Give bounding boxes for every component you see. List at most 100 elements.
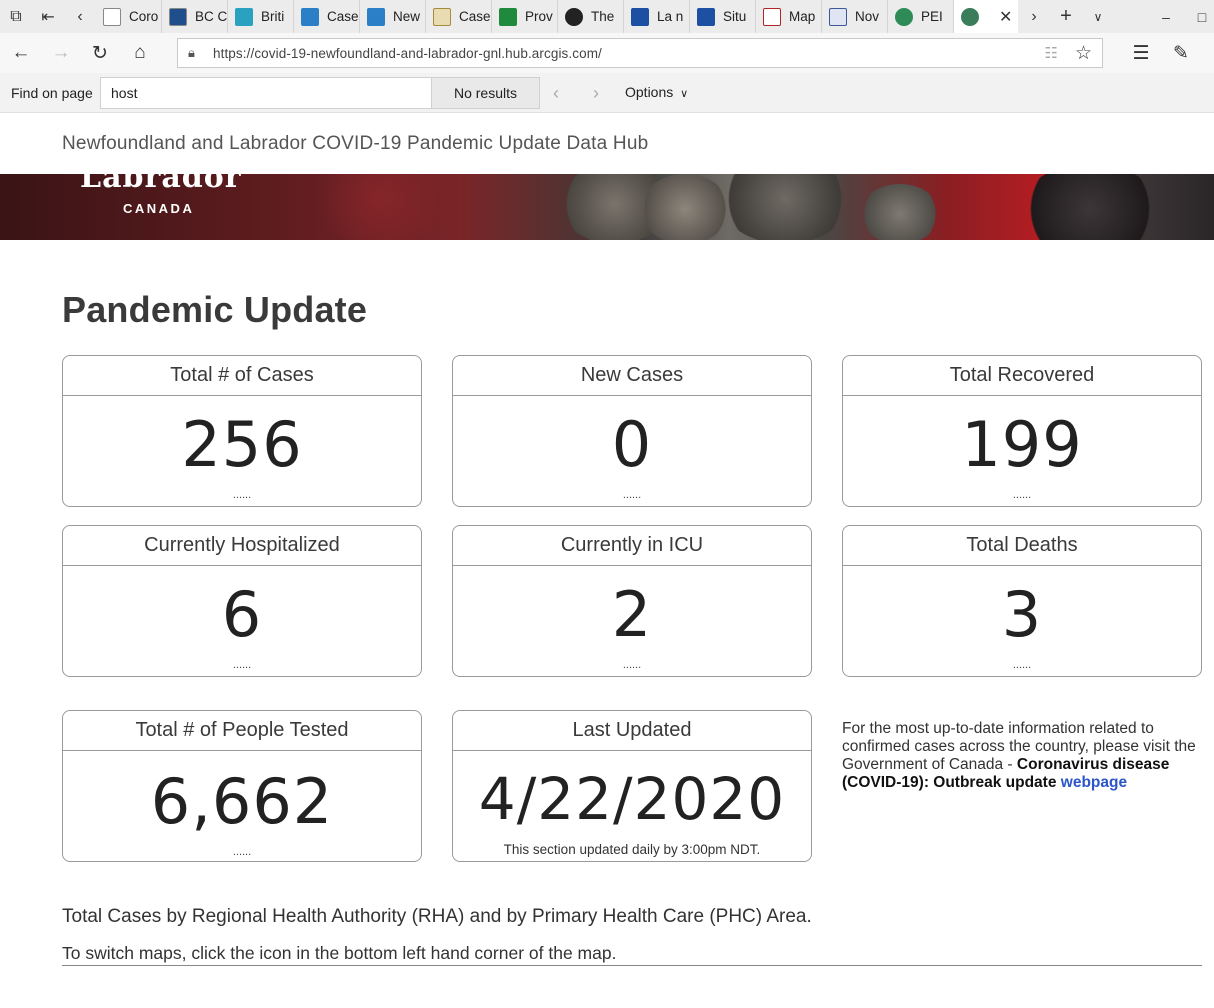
forward-arrow-icon[interactable]: →	[46, 39, 76, 67]
scroll-tabs-right-icon[interactable]: ›	[1018, 0, 1050, 33]
find-previous-icon[interactable]: ‹	[544, 81, 568, 105]
back-arrow-icon[interactable]: ←	[6, 39, 36, 67]
browser-tab[interactable]: New	[360, 0, 426, 33]
browser-tab[interactable]: Case	[426, 0, 492, 33]
arcgis-icon	[367, 7, 385, 26]
browser-tab[interactable]: Situ	[690, 0, 756, 33]
maximize-icon[interactable]: □	[1190, 0, 1214, 33]
tab-label: Map	[789, 9, 816, 24]
card-value: 199	[961, 408, 1083, 481]
card-value: 4/22/2020	[478, 765, 786, 833]
favorites-list-icon[interactable]: ☰	[1126, 39, 1156, 67]
find-input[interactable]: host	[100, 77, 432, 109]
globe-icon	[961, 7, 979, 26]
browser-tab[interactable]: Briti	[228, 0, 294, 33]
card-footer: This section updated daily by 3:00pm NDT…	[503, 842, 761, 857]
people-tested-card: Total # of People Tested 6,662 ......	[62, 710, 422, 862]
card-footer: ......	[232, 659, 252, 671]
browser-tab[interactable]: La n	[624, 0, 690, 33]
find-options-button[interactable]: Options ∨	[625, 84, 688, 100]
tab-label: Situ	[723, 9, 747, 24]
tab-manager-icon[interactable]: ⧉	[0, 0, 32, 33]
divider	[62, 965, 1202, 966]
card-value: 6,662	[150, 765, 334, 838]
new-cases-card: New Cases 0 ......	[452, 355, 812, 507]
total-recovered-card: Total Recovered 199 ......	[842, 355, 1202, 507]
find-results-count: No results	[432, 77, 540, 109]
tab-label: Case	[459, 9, 491, 24]
favorite-star-icon[interactable]: ☆	[1075, 42, 1092, 65]
address-bar[interactable]: 🔒︎ https://covid-19-newfoundland-and-lab…	[177, 38, 1103, 68]
webpage-link[interactable]: webpage	[1061, 774, 1127, 791]
card-title: Total # of Cases	[63, 356, 421, 396]
browser-tab[interactable]: PEI	[888, 0, 954, 33]
pen-icon	[763, 7, 781, 26]
find-next-icon[interactable]: ›	[584, 81, 608, 105]
find-label: Find on page	[11, 85, 93, 101]
hub-title[interactable]: Newfoundland and Labrador COVID-19 Pande…	[62, 133, 648, 155]
section-title: Total Cases by Regional Health Authority…	[62, 906, 812, 927]
home-icon[interactable]: ⌂	[125, 39, 155, 67]
arcgis-icon	[301, 7, 319, 26]
quebec-icon	[697, 7, 715, 26]
tab-label: Briti	[261, 9, 285, 24]
card-title: Total Recovered	[843, 356, 1201, 396]
banner-country: CANADA	[123, 201, 195, 216]
card-value: 0	[611, 408, 653, 481]
quebec-icon	[631, 7, 649, 26]
card-footer: ......	[232, 489, 252, 501]
card-footer: ......	[1012, 489, 1032, 501]
navigation-bar: ← → ↻ ⌂ 🔒︎ https://covid-19-newfoundland…	[0, 33, 1214, 73]
tab-label: Coro	[129, 9, 159, 24]
currently-in-icu-card: Currently in ICU 2 ......	[452, 525, 812, 677]
pen-notes-icon[interactable]: ✎	[1166, 39, 1196, 67]
close-tab-icon[interactable]: ✕	[999, 7, 1012, 27]
browser-tab[interactable]: BC C	[162, 0, 228, 33]
tab-label: BC C	[195, 9, 228, 24]
tab-strip: ⧉ ⇤ ‹ Coro BC C Briti Case New Case Prov…	[0, 0, 1214, 33]
tab-label: PEI	[921, 9, 943, 24]
card-value: 256	[181, 408, 303, 481]
find-options-label: Options	[625, 84, 674, 100]
reading-view-icon[interactable]: ☷	[1045, 44, 1058, 62]
card-title: Last Updated	[453, 711, 811, 751]
card-title: Total Deaths	[843, 526, 1201, 566]
tab-label: Prov	[525, 9, 553, 24]
page-title: Pandemic Update	[62, 289, 368, 330]
new-tab-icon[interactable]: +	[1050, 0, 1082, 33]
total-cases-card: Total # of Cases 256 ......	[62, 355, 422, 507]
tab-label: Nov	[855, 9, 880, 24]
browser-tab[interactable]: Case	[294, 0, 360, 33]
browser-tab[interactable]: Coro	[96, 0, 162, 33]
total-deaths-card: Total Deaths 3 ......	[842, 525, 1202, 677]
document-icon	[433, 7, 451, 26]
card-value: 2	[611, 578, 653, 651]
last-updated-card: Last Updated 4/22/2020 This section upda…	[452, 710, 812, 862]
pei-icon	[895, 7, 913, 26]
lock-icon[interactable]: 🔒︎	[188, 45, 204, 61]
currently-hospitalized-card: Currently Hospitalized 6 ......	[62, 525, 422, 677]
browser-tab[interactable]: Map	[756, 0, 822, 33]
minimize-icon[interactable]: –	[1143, 0, 1189, 33]
bc-gov-icon	[235, 7, 253, 26]
card-value: 6	[221, 578, 263, 651]
tab-label: The	[591, 9, 615, 24]
refresh-icon[interactable]: ↻	[85, 39, 115, 67]
browser-tab[interactable]: Nov	[822, 0, 888, 33]
chevron-down-icon: ∨	[680, 88, 689, 100]
set-aside-tabs-icon[interactable]: ⇤	[32, 0, 64, 33]
url-text[interactable]: https://covid-19-newfoundland-and-labrad…	[213, 46, 602, 61]
scroll-tabs-left-icon[interactable]: ‹	[64, 0, 96, 33]
card-footer: ......	[622, 489, 642, 501]
info-text: For the most up-to-date information rela…	[842, 720, 1202, 792]
browser-tab[interactable]: The	[558, 0, 624, 33]
card-title: Total # of People Tested	[63, 711, 421, 751]
card-value: 3	[1001, 578, 1043, 651]
active-browser-tab[interactable]: ✕	[954, 0, 1018, 33]
tab-preview-chevron-down-icon[interactable]: ∨	[1082, 0, 1114, 33]
page-icon	[103, 7, 121, 26]
banner-wordmark: Labrador	[80, 174, 242, 195]
banner-image: Labrador CANADA	[0, 174, 1214, 240]
section-subtitle: To switch maps, click the icon in the bo…	[62, 943, 617, 963]
browser-tab[interactable]: Prov	[492, 0, 558, 33]
